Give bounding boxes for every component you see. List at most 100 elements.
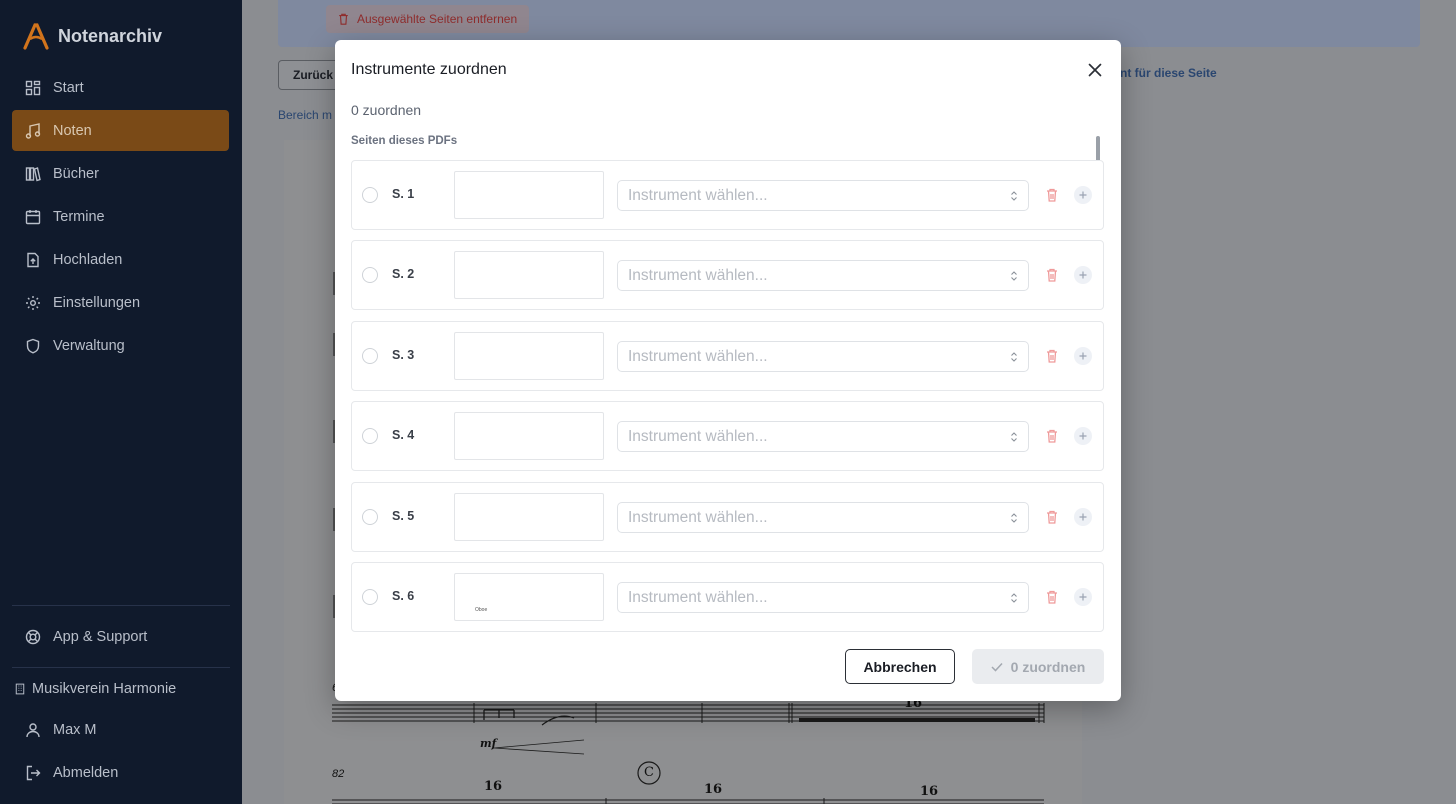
nav-label: Verwaltung (53, 337, 125, 354)
instrument-select[interactable]: Instrument wählen... (617, 180, 1029, 211)
chevron-up-down-icon (1011, 513, 1017, 523)
trash-icon[interactable] (1046, 590, 1058, 604)
instrument-select[interactable]: Instrument wählen... (617, 421, 1029, 452)
add-icon[interactable] (1074, 347, 1092, 365)
remove-selected-button[interactable]: Ausgewählte Seiten entfernen (326, 5, 530, 33)
music-note-icon (25, 122, 41, 139)
page-thumbnail (454, 251, 604, 299)
page-radio[interactable] (362, 187, 378, 203)
nav-item-termine[interactable]: Termine (12, 196, 229, 237)
trash-icon[interactable] (1046, 268, 1058, 282)
add-icon[interactable] (1074, 266, 1092, 284)
instrument-select-placeholder: Instrument wählen... (628, 187, 768, 204)
instrument-select[interactable]: Instrument wählen... (617, 502, 1029, 533)
chevron-up-down-icon (1011, 593, 1017, 603)
page-radio[interactable] (362, 267, 378, 283)
building-icon (15, 683, 25, 694)
section-label: Seiten dieses PDFs (351, 135, 458, 147)
page-thumbnail (454, 332, 604, 380)
nav-item-support[interactable]: App & Support (12, 616, 229, 657)
page-radio[interactable] (362, 509, 378, 525)
user-profile[interactable]: Max M (12, 709, 229, 750)
organization-name: Musikverein Harmonie (32, 680, 177, 697)
user-name: Max M (53, 721, 97, 738)
nav-label: Hochladen (53, 251, 123, 268)
page-label: S. 5 (392, 509, 415, 523)
logout-icon (26, 765, 41, 780)
instrument-select-placeholder: Instrument wählen... (628, 428, 768, 445)
logo-icon (23, 23, 49, 50)
upload-icon (27, 252, 39, 267)
instrument-select-placeholder: Instrument wählen... (628, 589, 768, 606)
measure-number: 82 (332, 768, 345, 780)
lifebuoy-icon (25, 629, 41, 644)
organization-selector[interactable]: Musikverein Harmonie (12, 668, 229, 709)
page-row: S. 1 Instrument wählen... (351, 160, 1104, 230)
trash-icon[interactable] (1046, 510, 1058, 524)
trash-icon[interactable] (1046, 349, 1058, 363)
assign-button-label: 0 zuordnen (1010, 658, 1086, 675)
instrument-select-placeholder: Instrument wählen... (628, 267, 768, 284)
chevron-up-down-icon (1011, 352, 1017, 362)
chevron-up-down-icon (1011, 271, 1017, 281)
page-thumbnail (454, 493, 604, 541)
nav-label: Bücher (53, 165, 99, 182)
instrument-select[interactable]: Instrument wählen... (617, 260, 1029, 291)
sidebar-divider (12, 605, 230, 606)
close-icon[interactable] (1085, 60, 1105, 80)
app-logo[interactable]: Notenarchiv (22, 22, 162, 50)
app-name: Notenarchiv (58, 25, 163, 46)
range-link[interactable]: Bereich m (278, 108, 332, 122)
multi-rest-number: 16 (704, 782, 723, 797)
instrument-select[interactable]: Instrument wählen... (617, 341, 1029, 372)
assign-button[interactable]: 0 zuordnen (972, 649, 1104, 684)
chevron-up-down-icon (1011, 191, 1017, 201)
nav-label: App & Support (53, 628, 148, 645)
trash-icon[interactable] (1046, 429, 1058, 443)
page-label: S. 4 (392, 428, 415, 442)
page-radio[interactable] (362, 428, 378, 444)
nav-label: Start (53, 79, 84, 96)
cancel-button[interactable]: Abbrechen (845, 649, 955, 684)
page-label: S. 3 (392, 348, 415, 362)
multi-rest-number: 16 (920, 784, 939, 799)
dynamic-marking: mf (480, 737, 497, 750)
nav-item-hochladen[interactable]: Hochladen (12, 239, 229, 280)
logout-button[interactable]: Abmelden (12, 752, 229, 793)
page-radio[interactable] (362, 348, 378, 364)
page-label: S. 6 (392, 589, 415, 603)
nav-item-buecher[interactable]: Bücher (12, 153, 229, 194)
add-icon[interactable] (1074, 508, 1092, 526)
remove-selected-label: Ausgewählte Seiten entfernen (357, 12, 518, 26)
instrument-select-placeholder: Instrument wählen... (628, 509, 768, 526)
instrument-select-placeholder: Instrument wählen... (628, 348, 768, 365)
thumbnail-text: Oboe (475, 607, 488, 613)
check-icon (991, 662, 1003, 672)
page-label: S. 1 (392, 187, 415, 201)
page-row: S. 2 Instrument wählen... (351, 240, 1104, 310)
page-label: S. 2 (392, 267, 415, 281)
nav-item-noten[interactable]: Noten (12, 110, 229, 151)
page-list: S. 1 Instrument wählen... S. 2 Instrumen… (351, 160, 1104, 632)
nav-label: Termine (53, 208, 105, 225)
trash-icon (339, 13, 348, 25)
instrument-select[interactable]: Instrument wählen... (617, 582, 1029, 613)
page-thumbnail (454, 412, 604, 460)
nav-item-einstellungen[interactable]: Einstellungen (12, 282, 229, 323)
add-icon[interactable] (1074, 186, 1092, 204)
trash-icon[interactable] (1046, 188, 1058, 202)
shield-icon (26, 338, 40, 354)
page-row: S. 3 Instrument wählen... (351, 321, 1104, 391)
add-icon[interactable] (1074, 427, 1092, 445)
dialog-title: Instrumente zuordnen (351, 61, 507, 78)
page-instrument-link[interactable]: nt für diese Seite (1120, 66, 1217, 80)
dashboard-icon (25, 80, 41, 95)
nav-item-verwaltung[interactable]: Verwaltung (12, 325, 229, 366)
nav-item-start[interactable]: Start (12, 67, 229, 108)
add-icon[interactable] (1074, 588, 1092, 606)
page-thumbnail: Oboe (454, 573, 604, 621)
user-icon (26, 722, 40, 737)
books-icon (25, 166, 41, 181)
page-radio[interactable] (362, 589, 378, 605)
page-row: S. 5 Instrument wählen... (351, 482, 1104, 552)
